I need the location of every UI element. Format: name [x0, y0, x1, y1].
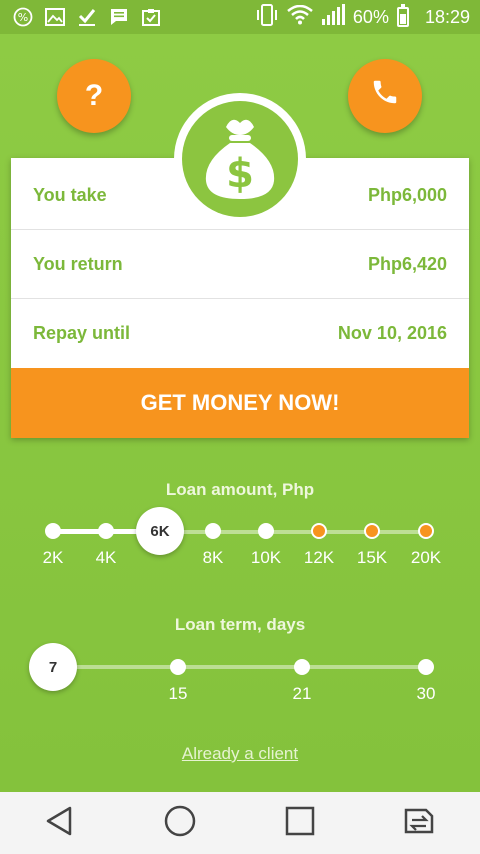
return-value: Php6,420 [367, 253, 447, 274]
home-icon [163, 804, 197, 843]
return-row: You return Php6,420 [11, 230, 469, 299]
already-client-link[interactable]: Already a client [0, 744, 480, 764]
term-stop-21[interactable] [294, 659, 310, 675]
navigation-bar [0, 792, 480, 854]
call-button[interactable] [348, 59, 422, 133]
home-button[interactable] [150, 798, 210, 848]
amount-stop-8k[interactable] [205, 523, 221, 539]
amount-stop-10k[interactable] [258, 523, 274, 539]
amount-tick: 20K [410, 548, 442, 567]
download-check-icon [76, 6, 98, 28]
amount-tick: 4K [95, 548, 117, 567]
signal-icon [321, 3, 345, 31]
amount-stop-2k[interactable] [45, 523, 61, 539]
amount-tick: 15K [356, 548, 388, 567]
phone-icon [370, 77, 400, 115]
amount-tick: 12K [303, 548, 335, 567]
amount-tick: 10K [250, 548, 282, 567]
amount-tick: 8K [202, 548, 224, 567]
message-icon [108, 6, 130, 28]
term-slider-title: Loan term, days [174, 615, 306, 634]
term-slider-handle[interactable]: 7 [29, 643, 77, 691]
back-icon [44, 805, 76, 842]
svg-text:$: $ [226, 151, 254, 197]
term-stop-15[interactable] [170, 659, 186, 675]
svg-text:%: % [18, 11, 28, 24]
repay-row: Repay until Nov 10, 2016 [11, 299, 469, 368]
image-icon [44, 6, 66, 28]
return-label: You return [33, 253, 123, 274]
amount-stop-15k[interactable] [364, 523, 380, 539]
amount-slider-title: Loan amount, Php [165, 480, 315, 499]
amount-stop-12k[interactable] [311, 523, 327, 539]
get-money-button[interactable]: GET MONEY NOW! [11, 368, 469, 438]
amount-stop-4k[interactable] [98, 523, 114, 539]
term-track [53, 665, 426, 669]
repay-value: Nov 10, 2016 [337, 323, 447, 343]
question-icon: ? [84, 79, 104, 112]
term-stop-30[interactable] [418, 659, 434, 675]
term-tick: 15 [168, 684, 188, 703]
back-button[interactable] [30, 798, 90, 848]
take-value: Php6,000 [367, 184, 447, 205]
amount-tick: 2K [42, 548, 64, 567]
clock: 18:29 [424, 6, 470, 27]
help-button[interactable]: ? [57, 59, 131, 133]
vibrate-icon [255, 3, 279, 31]
status-bar: % 60% 18:29 [0, 0, 480, 34]
amount-slider-handle[interactable]: 6K [136, 507, 184, 555]
clipboard-check-icon [140, 6, 162, 28]
recents-button[interactable] [270, 798, 330, 848]
battery-icon [396, 4, 409, 27]
battery-percent: 60% [352, 6, 389, 27]
amount-stop-20k[interactable] [418, 523, 434, 539]
switch-sim-button[interactable] [390, 798, 450, 848]
percent-icon: % [12, 6, 34, 28]
money-bag-icon: $ [182, 101, 298, 217]
take-label: You take [33, 184, 107, 205]
wifi-icon [287, 4, 313, 30]
amount-track [160, 530, 426, 534]
repay-label: Repay until [33, 323, 131, 343]
recents-icon [284, 805, 316, 842]
term-tick: 30 [416, 684, 436, 703]
term-tick: 21 [292, 684, 312, 703]
switch-sim-icon [400, 806, 440, 841]
